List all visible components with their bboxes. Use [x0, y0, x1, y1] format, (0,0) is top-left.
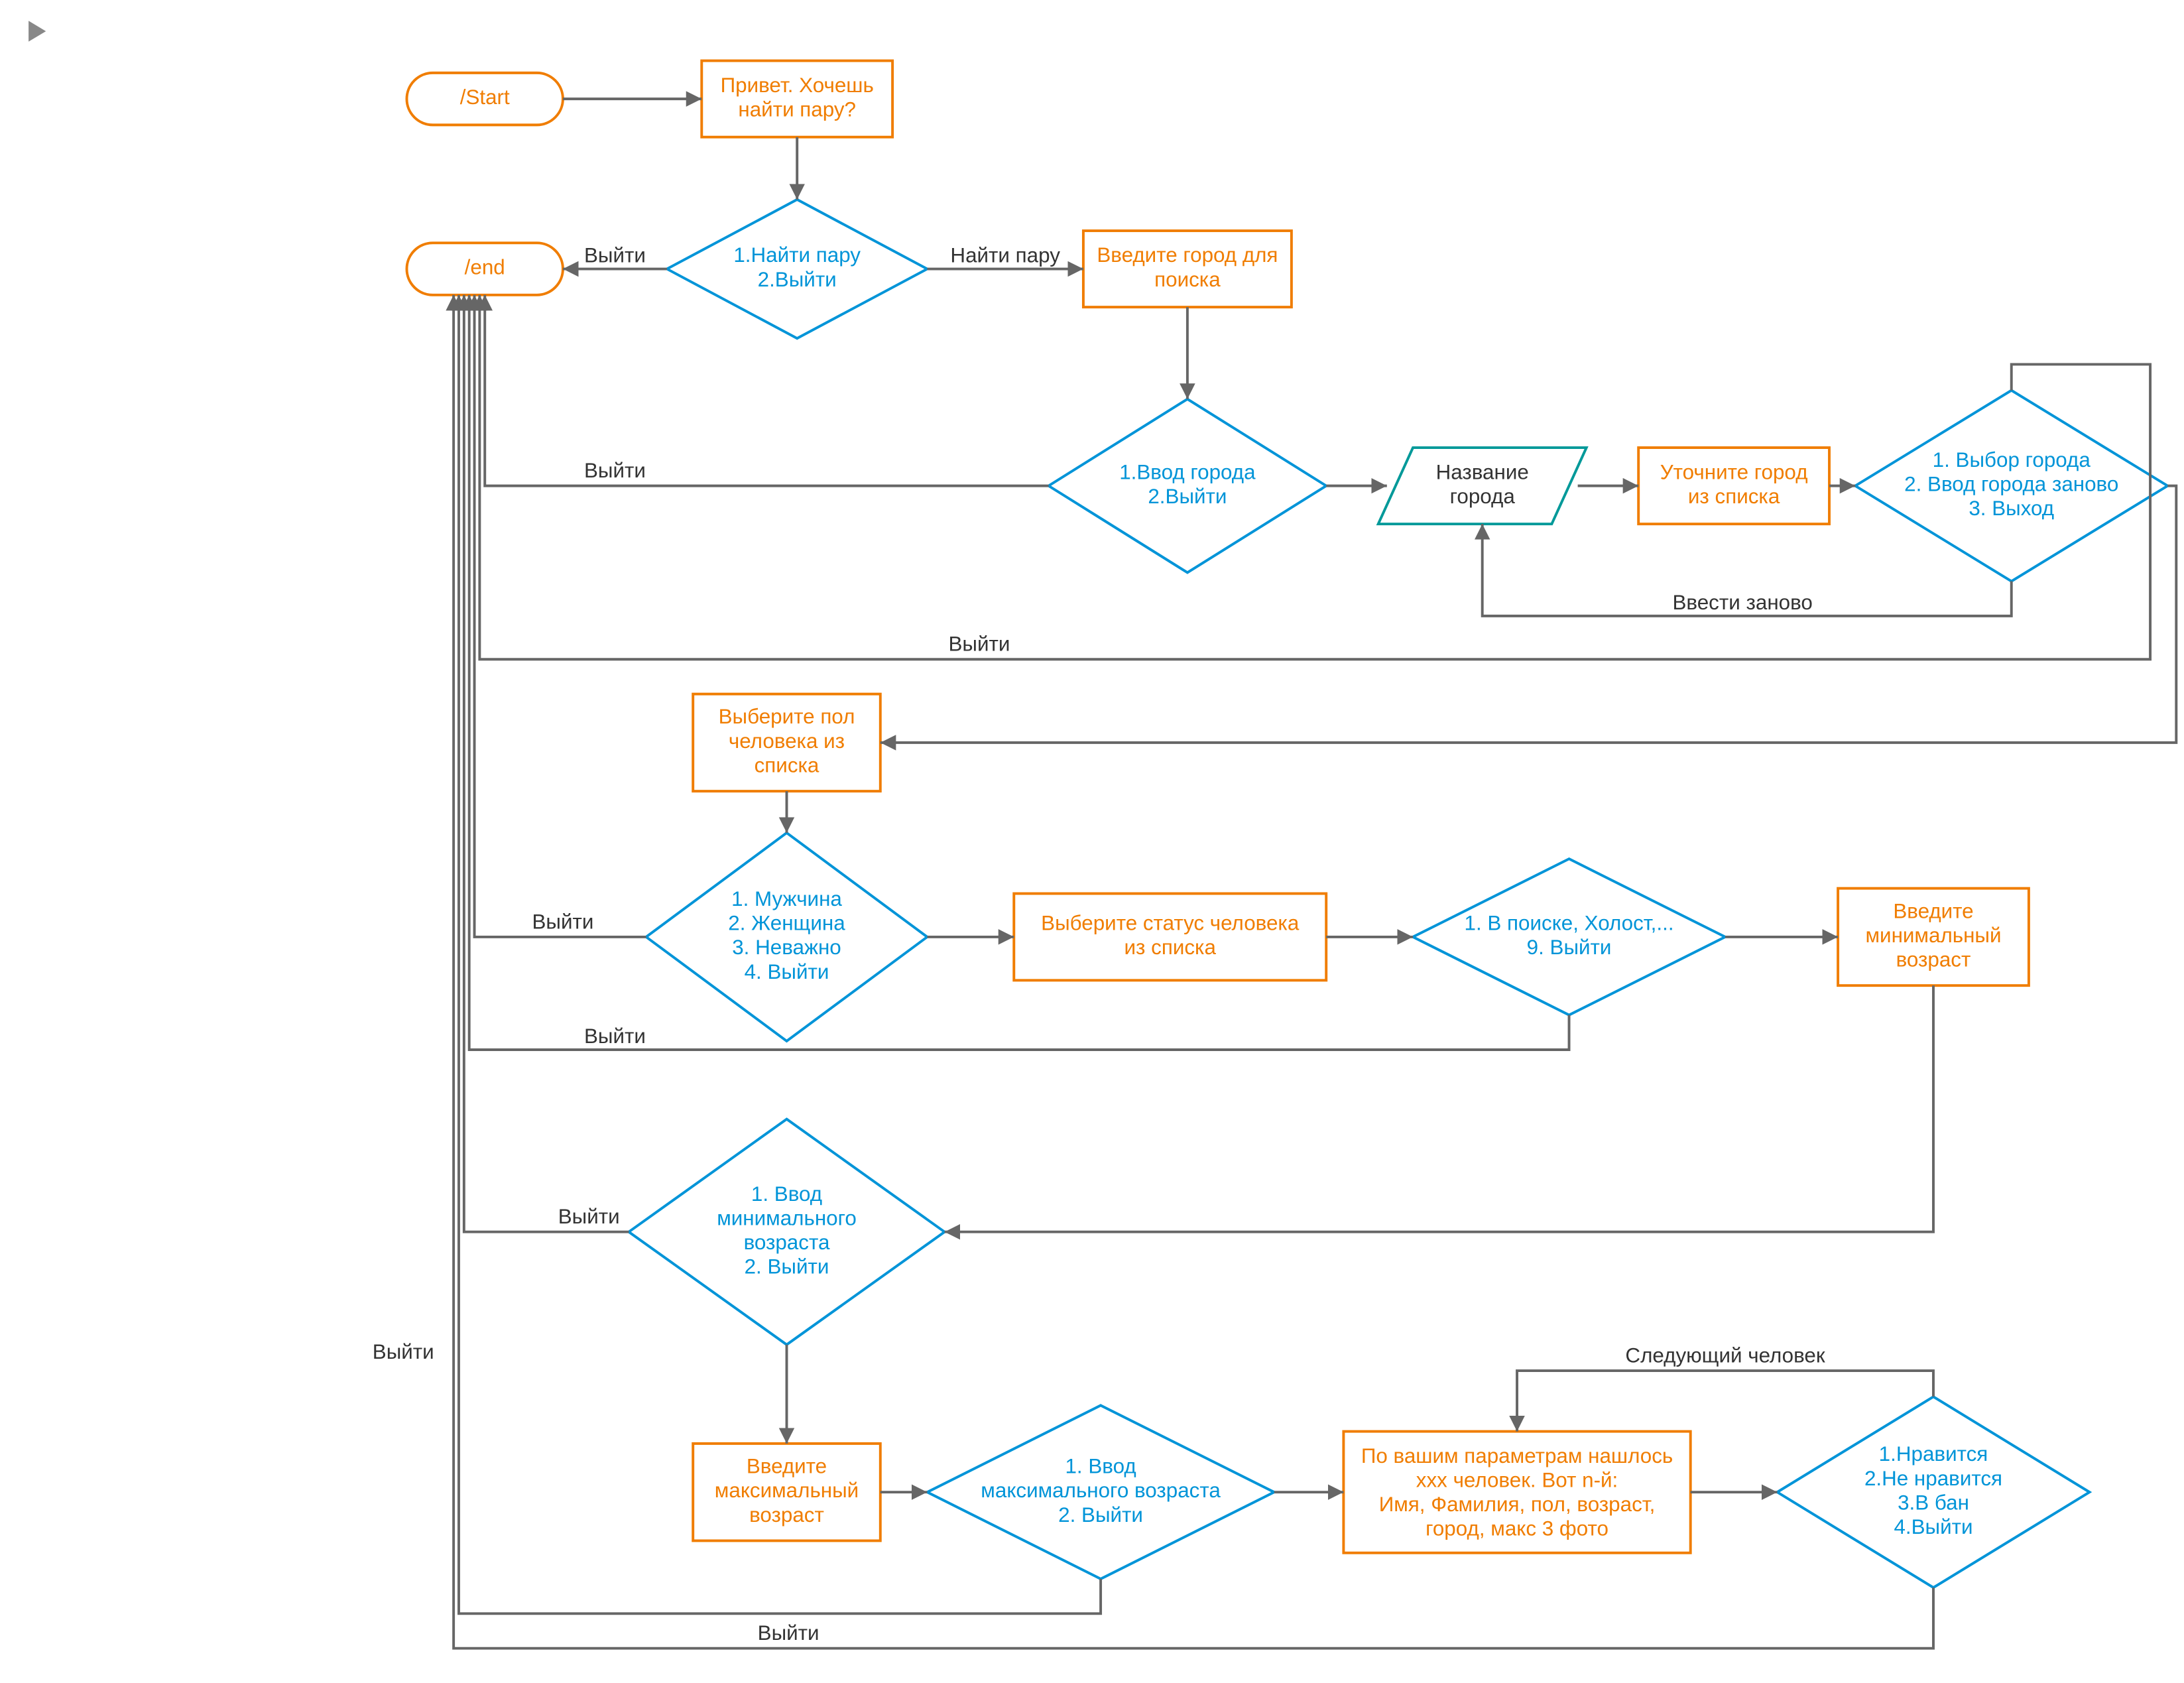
svg-text:2. Выйти: 2. Выйти [745, 1255, 829, 1278]
svg-text:Выберите статус человека: Выберите статус человека [1041, 912, 1300, 935]
edge-label-exit: Выйти [373, 1340, 434, 1363]
edge-label-exit: Выйти [758, 1621, 819, 1645]
edge-label-exit: Выйти [584, 1025, 646, 1048]
edge-label-next: Следующий человек [1625, 1343, 1825, 1367]
flowchart-canvas: /Start Привет. Хочешь найти пару? 1.Найт… [0, 0, 2184, 1683]
node-min-age: Введите минимальный возраст [1838, 889, 2029, 986]
svg-text:из списка: из списка [1688, 485, 1780, 508]
svg-text:Привет. Хочешь: Привет. Хочешь [721, 74, 874, 97]
node-decision-status: 1. В поиске, Холост,... 9. Выйти [1413, 859, 1725, 1015]
svg-text:из списка: из списка [1124, 936, 1217, 960]
svg-text:2. Женщина: 2. Женщина [728, 912, 845, 935]
svg-text:2.Выйти: 2.Выйти [1148, 485, 1227, 508]
edge-label-exit: Выйти [532, 910, 594, 933]
svg-text:4.Выйти: 4.Выйти [1894, 1515, 1972, 1538]
svg-text:По вашим параметрам нашлось: По вашим параметрам нашлось [1361, 1444, 1673, 1467]
svg-text:найти пару?: найти пару? [738, 98, 856, 121]
edge-label-find: Найти пару [950, 244, 1060, 267]
edge-label-exit: Выйти [584, 244, 646, 267]
node-city-clarify: Уточните город из списка [1638, 448, 1829, 524]
node-start: /Start [406, 73, 562, 125]
edge-dmin-exit [464, 295, 629, 1232]
svg-text:1.Найти пару: 1.Найти пару [733, 244, 861, 267]
node-select-sex: Выберите пол человека из списка [693, 694, 880, 792]
edge-label-exit: Выйти [558, 1205, 620, 1228]
svg-text:2.Не нравится: 2.Не нравится [1864, 1467, 2002, 1490]
svg-text:возраст: возраст [1896, 948, 1971, 971]
svg-text:минимальный: минимальный [1865, 924, 2001, 947]
play-icon [29, 21, 46, 41]
svg-text:1. В поиске, Холост,...: 1. В поиске, Холост,... [1465, 912, 1674, 935]
svg-text:3.В бан: 3.В бан [1898, 1491, 1969, 1515]
node-greet: Привет. Хочешь найти пару? [701, 61, 892, 137]
svg-text:3. Неважно: 3. Неважно [732, 936, 841, 960]
svg-text:1. Выбор города: 1. Выбор города [1933, 448, 2091, 471]
svg-text:Имя, Фамилия, пол, возраст,: Имя, Фамилия, пол, возраст, [1379, 1493, 1656, 1516]
svg-text:максимальный: максимальный [715, 1479, 859, 1502]
svg-text:2. Ввод города заново: 2. Ввод города заново [1904, 473, 2118, 496]
svg-text:/end: /end [465, 256, 505, 279]
node-city-name: Название города [1378, 448, 1587, 524]
svg-text:1. Ввод: 1. Ввод [1065, 1455, 1136, 1478]
svg-text:списка: списка [755, 754, 819, 777]
svg-text:Введите: Введите [747, 1455, 827, 1478]
svg-text:9. Выйти: 9. Выйти [1527, 936, 1612, 960]
node-max-age: Введите максимальный возраст [693, 1444, 880, 1541]
svg-text:1. Ввод: 1. Ввод [751, 1182, 822, 1206]
node-decision-like: 1.Нравится 2.Не нравится 3.В бан 4.Выйти [1778, 1397, 2090, 1588]
edge-label-exit: Выйти [584, 459, 646, 482]
svg-text:1.Ввод города: 1.Ввод города [1119, 461, 1256, 484]
svg-text:3. Выход: 3. Выход [1969, 497, 2054, 521]
node-decision-city2: 1. Выбор города 2. Ввод города заново 3.… [1855, 391, 2167, 582]
svg-text:1. Мужчина: 1. Мужчина [731, 887, 842, 910]
svg-text:Выберите пол: Выберите пол [719, 706, 855, 729]
node-select-status: Выберите статус человека из списка [1014, 893, 1326, 980]
svg-text:2. Выйти: 2. Выйти [1058, 1503, 1143, 1527]
node-decision-min-age: 1. Ввод минимального возраста 2. Выйти [629, 1119, 944, 1345]
svg-text:город, макс 3 фото: город, макс 3 фото [1426, 1517, 1608, 1540]
edge-label-exit: Выйти [948, 633, 1010, 656]
svg-text:города: города [1450, 485, 1516, 508]
edge-label-reenter: Ввести заново [1672, 591, 1812, 614]
node-decision-max-age: 1. Ввод максимального возраста 2. Выйти [927, 1405, 1274, 1579]
edge-dsex-exit [475, 295, 646, 937]
svg-text:/Start: /Start [460, 86, 510, 109]
svg-text:возраст: возраст [749, 1503, 824, 1527]
node-decision-sex: 1. Мужчина 2. Женщина 3. Неважно 4. Выйт… [646, 833, 928, 1041]
svg-text:1.Нравится: 1.Нравится [1879, 1443, 1988, 1466]
edge-minage-dmin [945, 985, 1933, 1232]
svg-text:Название: Название [1436, 461, 1529, 484]
svg-text:поиска: поиска [1154, 268, 1221, 291]
node-result: По вашим параметрам нашлось ххх человек.… [1343, 1432, 1690, 1553]
edge-dlike-next [1517, 1371, 1933, 1432]
svg-text:человека из: человека из [729, 729, 845, 753]
svg-text:Уточните город: Уточните город [1660, 461, 1808, 484]
svg-text:Введите: Введите [1893, 900, 1973, 923]
svg-text:максимального возраста: максимального возраста [981, 1479, 1221, 1502]
svg-text:минимального: минимального [717, 1207, 857, 1230]
svg-text:2.Выйти: 2.Выйти [758, 268, 837, 291]
node-decision-city: 1.Ввод города 2.Выйти [1049, 399, 1327, 573]
svg-text:Введите город для: Введите город для [1097, 244, 1278, 267]
node-end: /end [406, 243, 562, 294]
svg-text:возраста: возраста [744, 1231, 830, 1254]
node-decision-find: 1.Найти пару 2.Выйти [667, 200, 927, 338]
node-city-input: Введите город для поиска [1083, 231, 1292, 307]
svg-text:4. Выйти: 4. Выйти [745, 960, 829, 983]
svg-text:ххх человек. Вот n-й:: ххх человек. Вот n-й: [1416, 1469, 1618, 1492]
